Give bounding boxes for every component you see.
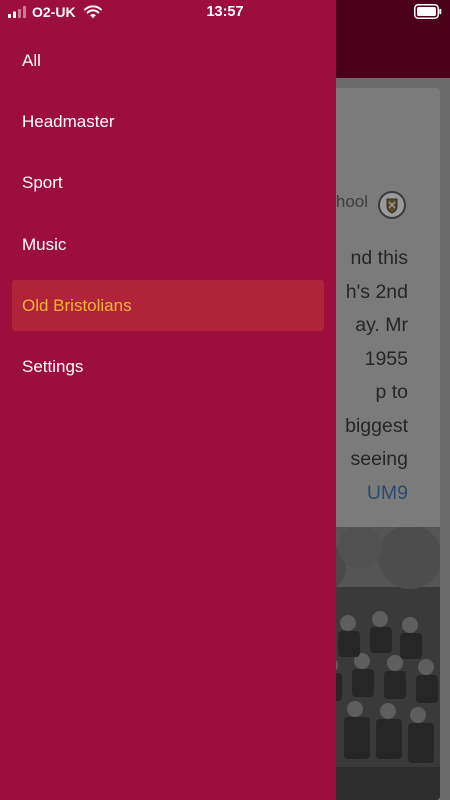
drawer-menu: All Headmaster Sport Music Old Bristolia…: [0, 30, 336, 397]
drawer-item-old-bristolians[interactable]: Old Bristolians: [0, 275, 336, 336]
drawer-item-label: Settings: [22, 356, 84, 376]
drawer-item-label: Music: [22, 234, 67, 254]
clock: 13:57: [206, 4, 244, 20]
screen: hool nd this h's 2nd ay. Mr 1955 p to bi…: [0, 0, 450, 800]
drawer-item-sport[interactable]: Sport: [0, 152, 336, 213]
drawer-item-all[interactable]: All: [0, 30, 336, 91]
drawer-item-label: All: [22, 51, 41, 70]
drawer-item-label: Sport: [22, 173, 63, 193]
school-crest-icon: [378, 191, 406, 219]
drawer-item-label: Headmaster: [22, 112, 115, 132]
drawer-item-headmaster[interactable]: Headmaster: [0, 91, 336, 152]
navigation-drawer: All Headmaster Sport Music Old Bristolia…: [0, 0, 336, 800]
drawer-item-label: Old Bristolians: [22, 295, 132, 315]
drawer-item-settings[interactable]: Settings: [0, 336, 336, 397]
status-bar: O2-UK 13:57: [0, 0, 450, 24]
drawer-item-music[interactable]: Music: [0, 214, 336, 275]
battery-icon: [414, 4, 442, 19]
